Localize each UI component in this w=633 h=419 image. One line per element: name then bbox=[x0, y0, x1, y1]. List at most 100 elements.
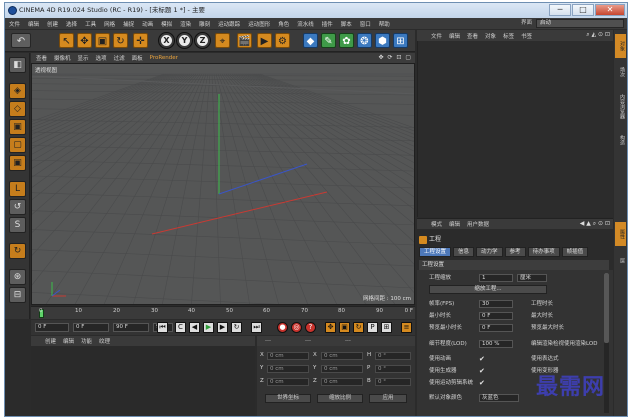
fps-field[interactable]: 30 bbox=[479, 300, 513, 308]
position-z-field[interactable]: 0 cm bbox=[267, 378, 309, 386]
material-menu-texture[interactable]: 纹理 bbox=[99, 337, 110, 345]
subdivision-surface-button[interactable]: ✿ bbox=[339, 33, 354, 48]
menu-mesh[interactable]: 网格 bbox=[104, 20, 115, 28]
menu-sculpt[interactable]: 雕刻 bbox=[199, 20, 210, 28]
record-parameter-button[interactable]: P bbox=[367, 322, 378, 333]
project-scale-field[interactable]: 1 bbox=[479, 274, 513, 282]
undo-button[interactable]: ↶ bbox=[11, 33, 31, 48]
layout-select[interactable]: 启动 bbox=[536, 19, 624, 28]
menu-select[interactable]: 选择 bbox=[66, 20, 77, 28]
object-menu-objects[interactable]: 对象 bbox=[485, 32, 496, 40]
model-mode-button[interactable]: ◈ bbox=[9, 83, 26, 99]
tab-info[interactable]: 信息 bbox=[453, 247, 475, 257]
recent-tool-button[interactable]: ✛ bbox=[133, 33, 148, 48]
pen-spline-button[interactable]: ✎ bbox=[321, 33, 336, 48]
goto-start-button[interactable]: ⏮ bbox=[157, 322, 168, 333]
menu-character[interactable]: 角色 bbox=[278, 20, 289, 28]
size-x-field[interactable]: 0 cm bbox=[321, 352, 363, 360]
viewport-menu-prorender[interactable]: ProRender bbox=[150, 55, 178, 61]
menu-tools[interactable]: 工具 bbox=[85, 20, 96, 28]
object-menu-tags[interactable]: 标签 bbox=[503, 32, 514, 40]
rotation-b-field[interactable]: 0 ° bbox=[375, 378, 411, 386]
tab-dynamics[interactable]: 动力学 bbox=[476, 247, 503, 257]
end-frame-field[interactable]: 90 F bbox=[113, 323, 149, 332]
next-frame-button[interactable]: ▶ bbox=[217, 322, 228, 333]
prev-frame-button[interactable]: ◀ bbox=[189, 322, 200, 333]
y-axis-lock-button[interactable]: Y bbox=[176, 32, 193, 49]
select-tool-button[interactable]: ↖ bbox=[59, 33, 74, 48]
play-button[interactable]: ▶ bbox=[203, 322, 214, 333]
scale-project-button[interactable]: 缩放工程... bbox=[429, 285, 547, 294]
object-menu-bookmarks[interactable]: 书签 bbox=[521, 32, 532, 40]
position-y-field[interactable]: 0 cm bbox=[267, 365, 309, 373]
object-menu-edit[interactable]: 编辑 bbox=[449, 32, 460, 40]
material-menu-function[interactable]: 功能 bbox=[81, 337, 92, 345]
side-tab-attributes[interactable]: 属性 bbox=[615, 222, 626, 246]
side-tab-structure[interactable]: 构造 bbox=[615, 128, 626, 152]
side-tab-layers[interactable]: 层 bbox=[615, 248, 626, 272]
menu-edit[interactable]: 编辑 bbox=[28, 20, 39, 28]
object-menu-file[interactable]: 文件 bbox=[431, 32, 442, 40]
perspective-viewport[interactable]: 透视视图 网格间距 : 100 cm bbox=[31, 63, 415, 305]
goto-end-button[interactable]: ⏭ bbox=[251, 322, 262, 333]
tab-referencing[interactable]: 参考 bbox=[504, 247, 526, 257]
use-generators-checkbox[interactable]: ✔ bbox=[479, 367, 487, 375]
close-button[interactable]: ✕ bbox=[595, 4, 625, 16]
object-menu-view[interactable]: 查看 bbox=[467, 32, 478, 40]
attribute-scrollbar-thumb[interactable] bbox=[604, 273, 609, 343]
render-view-button[interactable]: 🎬 bbox=[237, 33, 252, 48]
viewport-menu-filter[interactable]: 过滤 bbox=[114, 54, 125, 62]
size-mode-select[interactable]: 缩放比例 bbox=[317, 394, 363, 403]
menu-motion-tracking[interactable]: 运动跟踪 bbox=[218, 20, 240, 28]
preview-min-field[interactable]: 0 F bbox=[479, 324, 513, 332]
maximize-button[interactable]: □ bbox=[572, 4, 594, 16]
record-position-button[interactable]: ✥ bbox=[325, 322, 336, 333]
viewport-navigation-icons[interactable]: ✥ ⟳ ⊡ ▢ bbox=[379, 54, 412, 61]
move-tool-button[interactable]: ✥ bbox=[77, 33, 92, 48]
lod-field[interactable]: 100 % bbox=[479, 340, 513, 348]
x-axis-lock-button[interactable]: X bbox=[158, 32, 175, 49]
menu-script[interactable]: 脚本 bbox=[341, 20, 352, 28]
side-tab-takes[interactable]: 场次 bbox=[615, 60, 626, 84]
record-rotation-button[interactable]: ↻ bbox=[353, 322, 364, 333]
cube-object-button[interactable]: ◆ bbox=[303, 33, 318, 48]
menu-plugins[interactable]: 插件 bbox=[322, 20, 333, 28]
workplane-mode-button[interactable]: ▣ bbox=[9, 119, 26, 135]
side-tab-content-browser[interactable]: 内容浏览器 bbox=[615, 86, 626, 126]
array-button[interactable]: ❂ bbox=[357, 33, 372, 48]
attribute-nav-icons[interactable]: ◀ ▲ ⌕ ⊙ ⊡ bbox=[580, 220, 610, 228]
attr-menu-edit[interactable]: 编辑 bbox=[449, 220, 460, 228]
viewport-menu-display[interactable]: 显示 bbox=[78, 54, 89, 62]
record-pla-button[interactable]: ⊞ bbox=[381, 322, 392, 333]
solo-button[interactable]: ⊛ bbox=[9, 269, 26, 285]
render-settings-button[interactable]: ⚙ bbox=[275, 33, 290, 48]
start-frame-field[interactable]: 0 F bbox=[73, 323, 109, 332]
edges-mode-button[interactable]: ▣ bbox=[9, 155, 26, 171]
z-axis-lock-button[interactable]: Z bbox=[194, 32, 211, 49]
texture-mode-button[interactable]: ◇ bbox=[9, 101, 26, 117]
record-scale-button[interactable]: ▣ bbox=[339, 322, 350, 333]
timeline-menu-button[interactable]: ≡ bbox=[401, 322, 412, 333]
size-z-field[interactable]: 0 cm bbox=[321, 378, 363, 386]
current-frame-field[interactable]: 0 F bbox=[35, 323, 69, 332]
points-mode-button[interactable]: ▢ bbox=[9, 137, 26, 153]
tab-todo[interactable]: 待办事项 bbox=[527, 247, 560, 257]
snap-button[interactable]: S bbox=[9, 217, 26, 233]
object-manager-area[interactable] bbox=[417, 41, 613, 217]
material-menu-edit[interactable]: 编辑 bbox=[63, 337, 74, 345]
use-motion-system-checkbox[interactable]: ✔ bbox=[479, 379, 487, 387]
side-tab-objects[interactable]: 对象 bbox=[615, 34, 626, 58]
prev-keyframe-button[interactable]: C bbox=[175, 322, 186, 333]
rotation-h-field[interactable]: 0 ° bbox=[375, 352, 411, 360]
render-to-picture-viewer-button[interactable]: ▶ bbox=[257, 33, 272, 48]
timeline-ruler[interactable]: 0 10 20 30 40 50 60 70 80 90 0 F bbox=[31, 306, 415, 319]
material-manager-area[interactable] bbox=[31, 346, 255, 416]
scale-tool-button[interactable]: ▣ bbox=[95, 33, 110, 48]
tab-project-settings[interactable]: 工程设置 bbox=[419, 247, 452, 257]
menu-window[interactable]: 窗口 bbox=[360, 20, 371, 28]
tab-key-interpolation[interactable]: 帧插值 bbox=[561, 247, 589, 257]
object-manager-search-icon[interactable]: ⌕ ◭ ⊙ ⊡ bbox=[586, 31, 610, 39]
apply-button[interactable]: 应用 bbox=[369, 394, 407, 403]
coordinate-mode-select[interactable]: 世界坐标 bbox=[265, 394, 311, 403]
workplane-button[interactable]: L bbox=[9, 181, 26, 197]
